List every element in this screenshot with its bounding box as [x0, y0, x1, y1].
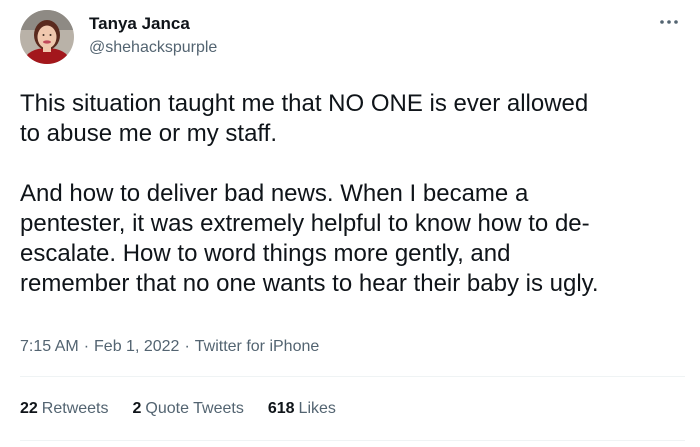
tweet-stats: 22 Retweets 2 Quote Tweets 618 Likes — [20, 400, 336, 418]
likes-count: 618 — [267, 400, 295, 417]
avatar[interactable] — [20, 10, 74, 64]
retweets-count: 22 — [20, 400, 38, 417]
tweet-time-link[interactable]: 7:15 AM — [20, 338, 79, 355]
tweet-source: Twitter for iPhone — [194, 338, 320, 355]
tweet-metadata: 7:15 AM · Feb 1, 2022 · Twitter for iPhone — [20, 338, 319, 356]
tweet-card: Tanya Janca @shehackspurple This situati… — [0, 0, 700, 447]
more-options-button[interactable] — [654, 10, 684, 34]
tweet-text-line: escalate. How to word things more gently… — [20, 240, 511, 267]
quote-tweets-count: 2 — [132, 400, 142, 417]
tweet-text-line: pentester, it was extremely helpful to k… — [20, 210, 590, 237]
quote-tweets-stat[interactable]: 2 Quote Tweets — [133, 400, 244, 418]
tweet-date: Feb 1, 2022 — [94, 338, 180, 355]
more-horizontal-icon — [660, 20, 678, 24]
tweet-text-line: to abuse me or my staff. — [20, 120, 278, 147]
tweet-date-link[interactable]: Feb 1, 2022 — [94, 338, 179, 355]
avatar-photo-icon — [20, 10, 74, 64]
user-handle[interactable]: @shehackspurple — [89, 39, 217, 57]
meta-separator: · — [184, 338, 190, 355]
quote-tweets-label: Quote Tweets — [145, 400, 244, 417]
tweet-text-line: And how to deliver bad news. When I beca… — [20, 180, 529, 207]
divider — [20, 440, 685, 441]
user-display-name[interactable]: Tanya Janca — [89, 14, 190, 34]
meta-separator: · — [83, 338, 90, 355]
tweet-time: 7:15 AM — [20, 338, 79, 355]
tweet-text-line: remember that no one wants to hear their… — [20, 270, 599, 297]
retweets-label: Retweets — [41, 400, 109, 417]
tweet-text-line: This situation taught me that NO ONE is … — [20, 90, 589, 117]
tweet-source-link[interactable]: Twitter for iPhone — [195, 338, 320, 355]
likes-label: Likes — [298, 400, 336, 417]
likes-stat[interactable]: 618 Likes — [268, 400, 336, 418]
tweet-text: This situation taught me that NO ONE is … — [20, 89, 685, 299]
retweets-stat[interactable]: 22 Retweets — [20, 400, 109, 418]
divider — [20, 376, 685, 377]
